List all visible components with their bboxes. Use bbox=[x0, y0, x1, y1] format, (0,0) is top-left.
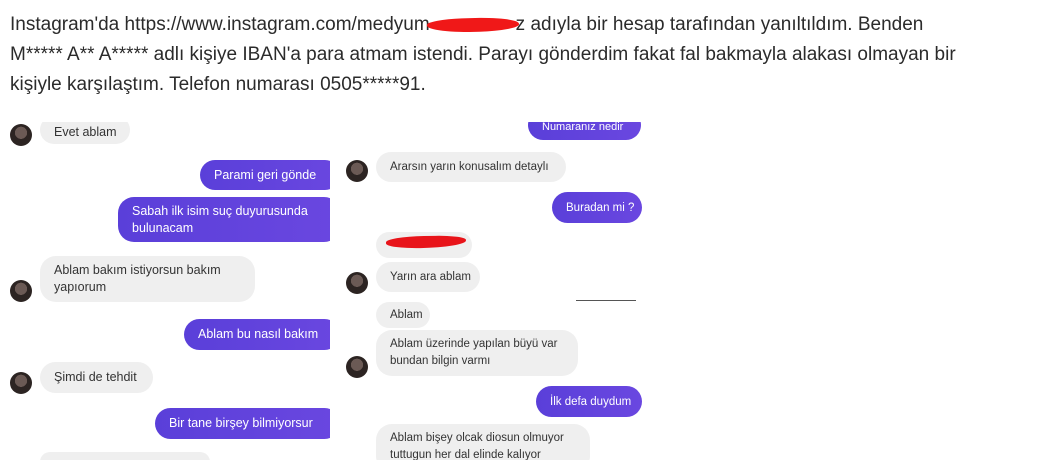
message-text: Bir tane birşey bilmiyorsur bbox=[169, 416, 313, 430]
avatar bbox=[346, 160, 368, 182]
message-text: Ablam üzerinde yapılan büyü var bbox=[390, 338, 558, 350]
line1-end: z adıyla bir hesap tarafından yanıltıldı… bbox=[515, 14, 924, 35]
message-text: Sabah ilk isim suç duyurusunda bbox=[132, 204, 308, 218]
redaction-mark bbox=[426, 16, 519, 34]
message-text: Ablam bbox=[390, 309, 423, 321]
complaint-line-3: kişiyle karşılaştım. Telefon numarası 05… bbox=[10, 74, 426, 95]
message-bubble: Parami geri gönde bbox=[200, 160, 330, 190]
message-bubble: Yarın ara ablam bbox=[376, 262, 480, 292]
message-bubble: Ablam bu nasıl bakım bbox=[184, 319, 330, 350]
message-bubble: Sabah ilk isim suç duyurusunda bulunacam bbox=[118, 197, 330, 242]
message-text: Ablam bu nasıl bakım bbox=[198, 327, 319, 341]
avatar bbox=[10, 372, 32, 394]
message-text: bulunacam bbox=[132, 221, 194, 235]
message-text: Buradan mi ? bbox=[566, 202, 635, 214]
message-text: Yarın ara ablam bbox=[390, 271, 471, 283]
chat-screenshot: Evet ablam Parami geri gönde Sabah ilk i… bbox=[0, 122, 660, 460]
message-bubble: Buradan mi ? bbox=[552, 192, 642, 223]
message-text: yapıorum bbox=[54, 280, 107, 294]
avatar bbox=[10, 124, 32, 146]
message-text: Şimdi de tehdit bbox=[54, 370, 137, 384]
message-bubble: İlk defa duydum bbox=[536, 386, 642, 417]
message-text: tuttugun her dal elinde kalıyor bbox=[390, 449, 541, 460]
message-bubble: Ablam bbox=[376, 302, 430, 328]
message-text: İlk defa duydum bbox=[550, 396, 632, 408]
line1-start: Instagram'da https://www.instagram.com/m… bbox=[10, 14, 430, 35]
divider bbox=[576, 300, 636, 301]
message-bubble: Ablam üzerinde yapılan büyü var bundan b… bbox=[376, 330, 578, 376]
complaint-text: Instagram'da https://www.instagram.com/m… bbox=[10, 10, 1040, 100]
message-text: Ablam bişey olcak diosun olmuyor bbox=[390, 432, 564, 444]
message-bubble: Numaranız nedir bbox=[528, 122, 641, 140]
message-bubble: Evet ablam bbox=[40, 122, 130, 144]
message-bubble: Ablam bişey olcak diosun olmuyor tuttugu… bbox=[376, 424, 590, 460]
avatar bbox=[346, 272, 368, 294]
message-text: Numaranız nedir bbox=[542, 122, 624, 133]
message-text: Ablam bakım istiyorsun bakım bbox=[54, 263, 221, 277]
message-bubble: Bir tane birşey bilmiyorsur bbox=[155, 408, 330, 439]
message-bubble: Ablam bakım istiyorsun bakım yapıorum bbox=[40, 256, 255, 302]
message-text: Parami geri gönde bbox=[214, 168, 317, 182]
left-chat-panel: Evet ablam Parami geri gönde Sabah ilk i… bbox=[0, 122, 330, 460]
right-chat-panel: Numaranız nedir Ararsın yarın konusalım … bbox=[340, 122, 660, 460]
message-bubble: Ararsın yarın konusalım detaylı bbox=[376, 152, 566, 182]
avatar bbox=[10, 280, 32, 302]
avatar bbox=[346, 356, 368, 378]
message-bubble bbox=[40, 452, 210, 460]
message-text: bundan bilgin varmı bbox=[390, 355, 491, 367]
complaint-line-1: Instagram'da https://www.instagram.com/m… bbox=[10, 10, 1040, 40]
complaint-line-2: M***** A** A***** adlı kişiye IBAN'a par… bbox=[10, 44, 956, 65]
message-bubble: Şimdi de tehdit bbox=[40, 362, 153, 393]
message-text: Evet ablam bbox=[54, 125, 117, 139]
message-text: Ararsın yarın konusalım detaylı bbox=[390, 161, 549, 173]
